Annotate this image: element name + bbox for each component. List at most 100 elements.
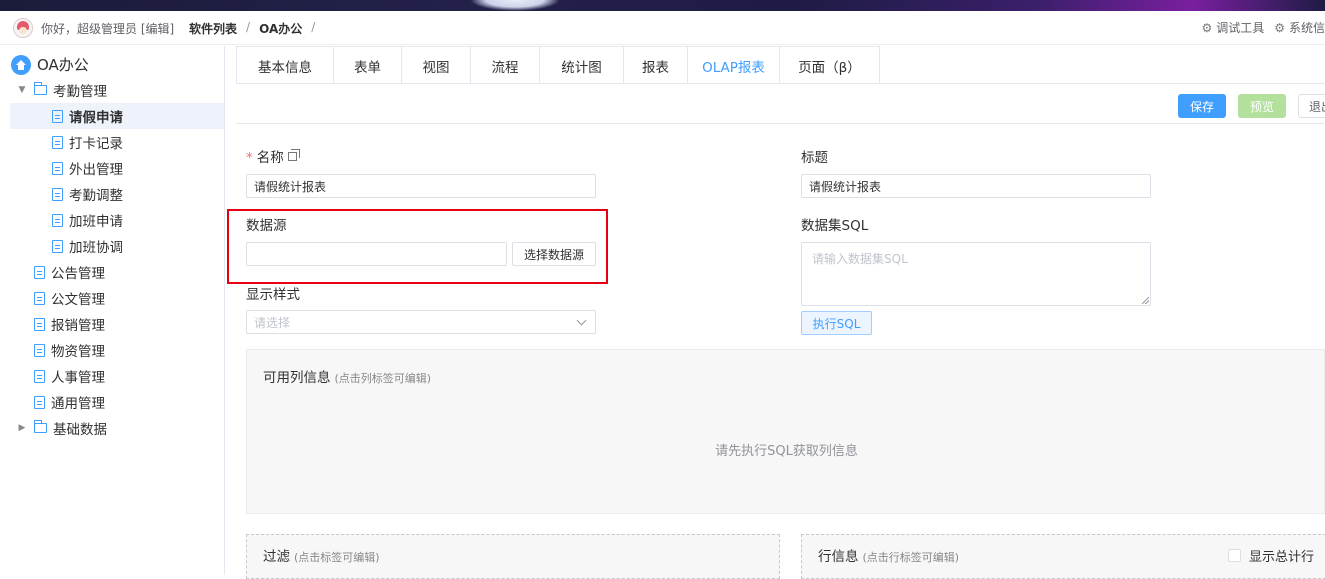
- sidebar-item-label: 基础数据: [53, 422, 107, 438]
- breadcrumb-oa[interactable]: OA办公: [259, 20, 302, 37]
- tab-item[interactable]: 统计图: [540, 46, 624, 84]
- document-icon: [52, 239, 63, 253]
- sidebar-tree: OA办公 ▼ 考勤管理请假申请打卡记录 外出管理考勤调整加班申请加班协调公告管理公文…: [0, 46, 225, 575]
- top-tools: ⚙ 调试工具 ⚙ 系统信: [1201, 19, 1325, 36]
- document-icon: [34, 369, 45, 383]
- debug-tool-link[interactable]: ⚙ 调试工具: [1201, 19, 1264, 36]
- row-info-label: 行信息: [818, 549, 859, 565]
- chevron-down-icon[interactable]: ▼: [16, 85, 28, 95]
- available-columns-hint: (点击列标签可编辑): [334, 372, 432, 385]
- row-info-title: 行信息 (点击行标签可编辑): [818, 545, 959, 565]
- document-icon: [34, 291, 45, 305]
- sidebar-item[interactable]: 打卡记录: [52, 129, 123, 155]
- document-icon: [34, 317, 45, 331]
- sidebar-item-label: 人事管理: [51, 370, 105, 386]
- tab-item[interactable]: 流程: [471, 46, 540, 84]
- sidebar-item-label: 通用管理: [51, 396, 105, 412]
- document-icon: [52, 213, 63, 227]
- sidebar-item[interactable]: ▶ 基础数据: [16, 415, 107, 441]
- sidebar-item[interactable]: 考勤调整: [52, 181, 123, 207]
- gear-icon: ⚙: [1274, 21, 1285, 35]
- available-columns-title: 可用列信息 (点击列标签可编辑): [263, 366, 431, 386]
- sidebar-item[interactable]: 人事管理: [16, 363, 105, 389]
- sidebar-item[interactable]: 通用管理: [16, 389, 105, 415]
- home-icon: [11, 54, 31, 75]
- document-icon: [34, 343, 45, 357]
- breadcrumb: 软件列表 / OA办公 /: [189, 20, 324, 37]
- avatar[interactable]: [13, 18, 33, 38]
- highlight-box: [227, 209, 608, 284]
- tab-item[interactable]: 报表: [624, 46, 688, 84]
- document-icon: [34, 395, 45, 409]
- show-total-row-checkbox[interactable]: 显示总计行: [1228, 546, 1314, 565]
- tab-item[interactable]: 页面（β）: [780, 46, 880, 84]
- system-link[interactable]: ⚙ 系统信: [1274, 19, 1325, 36]
- sidebar-item[interactable]: ▼ 考勤管理: [16, 77, 107, 103]
- copy-icon[interactable]: [287, 149, 300, 161]
- document-icon: [52, 187, 63, 201]
- folder-icon: [34, 420, 47, 433]
- sidebar-item-label: 加班协调: [69, 240, 123, 256]
- tab-item[interactable]: 基本信息: [237, 46, 334, 84]
- sidebar-item-label: 请假申请: [69, 110, 123, 126]
- display-style-select[interactable]: 请选择: [246, 310, 596, 334]
- resize-handle[interactable]: [1142, 297, 1149, 304]
- sidebar-item[interactable]: 报销管理: [16, 311, 105, 337]
- empty-columns-message: 请先执行SQL获取列信息: [715, 444, 858, 459]
- sidebar-item[interactable]: 加班申请: [52, 207, 123, 233]
- tab-item[interactable]: 表单: [334, 46, 402, 84]
- filter-panel: 过滤 (点击标签可编辑): [246, 534, 780, 579]
- display-style-label: 显示样式: [246, 287, 300, 303]
- filter-title: 过滤 (点击标签可编辑): [263, 545, 380, 565]
- sidebar-item[interactable]: 加班协调: [52, 233, 123, 259]
- banner-image: [0, 0, 1325, 11]
- tab-item[interactable]: OLAP报表: [688, 46, 780, 84]
- breadcrumb-separator: /: [311, 20, 316, 34]
- available-columns-panel: 可用列信息 (点击列标签可编辑) 请先执行SQL获取列信息: [246, 349, 1325, 514]
- title-label: 标题: [801, 150, 828, 166]
- sidebar-item[interactable]: 物资管理: [16, 337, 105, 363]
- chevron-right-icon[interactable]: ▶: [16, 423, 28, 433]
- filter-label: 过滤: [263, 549, 290, 565]
- sidebar-item-label: 物资管理: [51, 344, 105, 360]
- dataset-sql-placeholder: 请输入数据集SQL: [812, 252, 908, 266]
- debug-icon: ⚙: [1201, 21, 1213, 35]
- sidebar-item[interactable]: 公文管理: [16, 285, 105, 311]
- name-label-row: * 名称: [246, 146, 300, 166]
- toolbar-divider: [236, 123, 1325, 124]
- debug-tool-label: 调试工具: [1216, 21, 1265, 35]
- banner-figure: [470, 0, 560, 11]
- document-icon: [52, 109, 63, 123]
- tree-root[interactable]: OA办公: [11, 54, 89, 75]
- title-input[interactable]: 请假统计报表: [801, 174, 1151, 198]
- breadcrumb-separator: /: [246, 20, 251, 34]
- document-icon: [52, 135, 63, 149]
- required-marker: *: [246, 150, 253, 166]
- sidebar-item[interactable]: 请假申请: [10, 103, 224, 129]
- row-info-panel: 行信息 (点击行标签可编辑) 显示总计行: [801, 534, 1325, 579]
- available-columns-label: 可用列信息: [263, 370, 331, 386]
- document-icon: [34, 265, 45, 279]
- sidebar-item-label: 公文管理: [51, 292, 105, 308]
- folder-icon: [34, 82, 47, 95]
- tab-item[interactable]: 视图: [402, 46, 471, 84]
- save-button[interactable]: 保存: [1178, 94, 1226, 118]
- tab-divider: [236, 83, 1325, 84]
- tree-root-label: OA办公: [37, 56, 89, 74]
- dataset-sql-textarea[interactable]: 请输入数据集SQL: [801, 242, 1151, 306]
- sidebar-item-label: 考勤调整: [69, 188, 123, 204]
- dataset-sql-label: 数据集SQL: [801, 218, 869, 234]
- run-sql-button[interactable]: 执行SQL: [801, 311, 872, 335]
- checkbox-box: [1228, 549, 1241, 562]
- sidebar-item[interactable]: 外出管理: [52, 155, 123, 181]
- exit-button[interactable]: 退出: [1298, 94, 1325, 118]
- sidebar-item-label: 公告管理: [51, 266, 105, 282]
- sidebar-item-label: 加班申请: [69, 214, 123, 230]
- user-greeting[interactable]: 你好，超级管理员 [编辑]: [41, 20, 174, 37]
- name-label: 名称: [256, 150, 284, 166]
- sidebar-item[interactable]: 公告管理: [16, 259, 105, 285]
- name-input[interactable]: 请假统计报表: [246, 174, 596, 198]
- preview-button[interactable]: 预览: [1238, 94, 1286, 118]
- top-bar: 你好，超级管理员 [编辑] 软件列表 / OA办公 / ⚙ 调试工具 ⚙ 系统信: [0, 0, 1325, 45]
- breadcrumb-software-list[interactable]: 软件列表: [189, 20, 237, 37]
